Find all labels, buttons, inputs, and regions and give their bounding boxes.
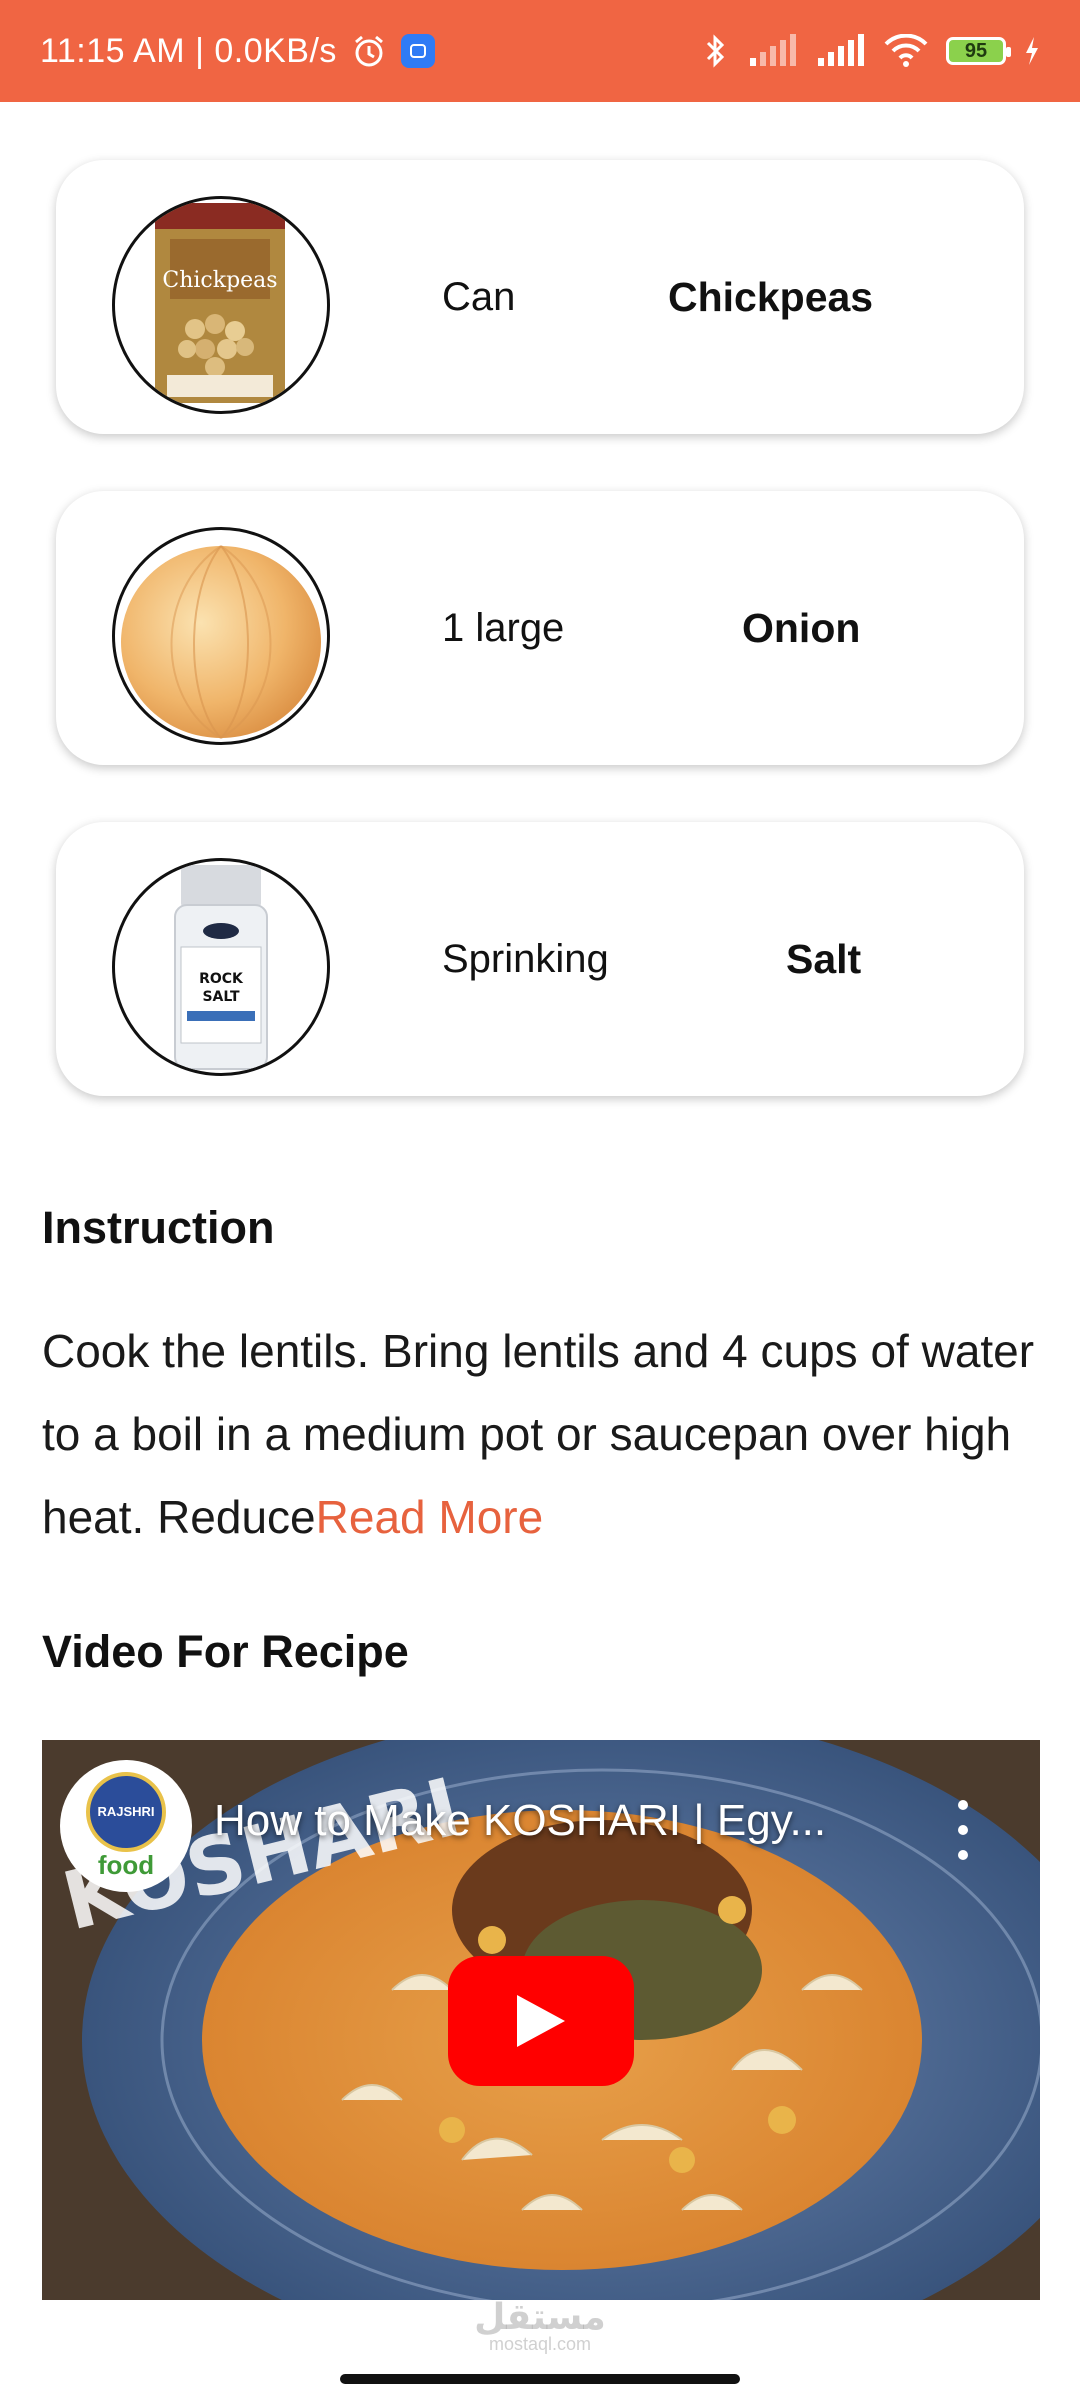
bluetooth-icon [700, 31, 730, 71]
ingredient-card-onion[interactable]: 1 large Onion [56, 491, 1024, 765]
wifi-icon [884, 34, 928, 68]
ingredient-card-salt[interactable]: ROCK SALT Sprinking Salt [56, 822, 1024, 1096]
ingredient-amount: Sprinking [442, 936, 609, 981]
ingredient-name: Onion [742, 604, 861, 651]
read-more-link[interactable]: Read More [316, 1491, 544, 1543]
alarm-icon [351, 33, 387, 69]
status-left: 11:15 AM | 0.0KB/s [40, 32, 435, 71]
status-right: 95 [700, 31, 1040, 71]
watermark-arabic: مستقل [474, 2296, 606, 2337]
play-icon [517, 1995, 565, 2047]
battery-level: 95 [964, 39, 988, 62]
watermark-site: mostaql.com [488, 2334, 592, 2354]
salt-thumb-label-1: ROCK [199, 971, 244, 987]
ingredient-list: Chickpeas Can Chickpeas 1 large Onion RO… [56, 160, 1024, 1153]
ingredient-card-chickpeas[interactable]: Chickpeas Can Chickpeas [56, 160, 1024, 434]
signal-icon-2 [816, 34, 866, 68]
more-options-icon[interactable] [958, 1800, 970, 1860]
video-player[interactable]: KOSHARI RAJSHRI food How to Make KOSHARI… [42, 1740, 1040, 2300]
ingredient-amount: 1 large [442, 605, 565, 650]
status-time: 11:15 AM | 0.0KB/s [40, 31, 337, 70]
home-indicator[interactable] [340, 2374, 740, 2384]
signal-icon-1 [748, 34, 798, 68]
app-notification-icon [400, 34, 435, 68]
ingredient-name: Salt [786, 935, 862, 982]
onion-image [112, 527, 330, 745]
instruction-heading: Instruction [42, 1202, 275, 1253]
video-heading: Video For Recipe [42, 1626, 409, 1677]
battery-icon: 95 [946, 37, 1011, 65]
video-title[interactable]: How to Make KOSHARI | Egy... [214, 1796, 826, 1846]
play-button[interactable] [448, 1956, 634, 2086]
channel-sub: food [97, 1849, 155, 1880]
status-bar: 11:15 AM | 0.0KB/s 95 [0, 0, 1080, 102]
charging-icon [1024, 36, 1040, 66]
channel-emblem: RAJSHRI [86, 1771, 166, 1852]
ingredient-name: Chickpeas [668, 273, 874, 320]
salt-image: ROCK SALT [112, 858, 330, 1076]
channel-name: RAJSHRI [97, 1804, 155, 1819]
channel-logo[interactable]: RAJSHRI food [60, 1760, 192, 1892]
chickpeas-thumb-label: Chickpeas [162, 268, 277, 293]
salt-thumb-label-2: SALT [202, 989, 240, 1005]
instruction-text: Cook the lentils. Bring lentils and 4 cu… [42, 1310, 1052, 1559]
watermark: مستقل mostaql.com [0, 2296, 1080, 2355]
chickpeas-image: Chickpeas [112, 196, 330, 414]
ingredient-amount: Can [442, 274, 516, 319]
